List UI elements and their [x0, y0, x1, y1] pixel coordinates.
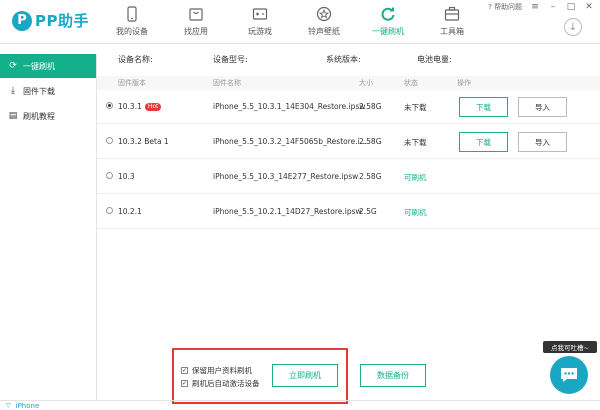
nav-toolbox[interactable]: 工具箱	[420, 0, 484, 44]
sidebar: ⟳ 一键刷机 ⤓ 固件下载 ▤ 刷机教程	[0, 54, 97, 400]
nav-label: 找应用	[184, 27, 208, 36]
device-info: 设备名称: 设备型号: 系统版本: 电池电量:	[97, 54, 600, 70]
sidebar-item-label: 刷机教程	[23, 111, 55, 121]
row-radio[interactable]	[106, 137, 113, 144]
version-text: 10.3.1	[118, 102, 142, 111]
row-status: 可刷机	[404, 208, 427, 217]
import-button[interactable]: 导入	[518, 132, 567, 152]
download-manager-icon[interactable]: ↓	[564, 18, 582, 36]
col-actions: 操作	[457, 79, 471, 87]
nav-label: 玩游戏	[248, 27, 272, 36]
sidebar-item-label: 一键刷机	[23, 61, 55, 71]
row-firmware-name: iPhone_5.5_10.3.1_14E304_Restore.ipsw	[213, 102, 366, 111]
top-bar: P PP助手 我的设备 找应用 玩游戏 铃声壁纸 一键刷机 工具箱 ? 帮助问题…	[0, 0, 600, 44]
main-nav: 我的设备 找应用 玩游戏 铃声壁纸 一键刷机 工具箱	[100, 0, 484, 44]
bag-icon	[189, 8, 203, 21]
row-size: 2.5G	[359, 207, 377, 216]
row-size: 2.58G	[359, 172, 382, 181]
download-button[interactable]: 下载	[459, 97, 508, 117]
sidebar-item-one-click-flash[interactable]: ⟳ 一键刷机	[0, 54, 96, 78]
close-icon[interactable]: ✕	[584, 2, 594, 12]
auto-activate-checkbox[interactable]: ✓ 刷机后自动激活设备	[181, 378, 260, 389]
row-firmware-name: iPhone_5.5_10.3_14E277_Restore.ipsw	[213, 172, 359, 181]
row-size: 2.58G	[359, 102, 382, 111]
col-name: 固件名称	[213, 79, 241, 87]
logo-mark: P	[12, 10, 32, 31]
question-icon: ?	[488, 3, 492, 11]
sidebar-item-flash-tutorial[interactable]: ▤ 刷机教程	[0, 104, 96, 128]
row-version: 10.3.2 Beta 1	[118, 137, 169, 146]
help-link[interactable]: ? 帮助问题	[488, 2, 522, 12]
help-label: 帮助问题	[494, 3, 522, 11]
nav-one-click-flash[interactable]: 一键刷机	[356, 0, 420, 44]
row-status: 未下载	[404, 103, 427, 112]
status-bar: ▽ iPhone	[0, 400, 600, 410]
connected-device-label[interactable]: iPhone	[16, 402, 40, 410]
main-panel: 设备名称: 设备型号: 系统版本: 电池电量: 固件版本 固件名称 大小 状态 …	[97, 44, 600, 400]
checkbox-checked-icon: ✓	[181, 367, 188, 374]
row-radio[interactable]	[106, 172, 113, 179]
phone-icon	[127, 6, 137, 22]
nav-label: 一键刷机	[372, 27, 404, 36]
checkbox-label: 保留用户资料刷机	[192, 366, 252, 375]
row-status: 可刷机	[404, 173, 427, 182]
menu-icon[interactable]: ≡	[530, 2, 540, 12]
row-version: 10.2.1	[118, 207, 142, 216]
triangle-down-icon[interactable]: ▽	[6, 402, 11, 409]
logo-text: PP助手	[35, 12, 89, 30]
feedback-tooltip: 点我可吐槽~	[543, 341, 597, 353]
star-icon	[316, 6, 332, 22]
data-backup-button[interactable]: 数据备份	[360, 364, 426, 387]
maximize-icon[interactable]: □	[566, 2, 576, 12]
col-version: 固件版本	[118, 79, 146, 87]
table-row[interactable]: 10.3.2 Beta 1 iPhone_5.5_10.3.2_14F5065b…	[97, 125, 600, 159]
checkbox-checked-icon: ✓	[181, 380, 188, 387]
table-row[interactable]: 10.2.1 iPhone_5.5_10.2.1_14D27_Restore.i…	[97, 195, 600, 229]
checkbox-label: 刷机后自动激活设备	[192, 379, 260, 388]
sidebar-item-label: 固件下载	[23, 86, 55, 96]
row-radio[interactable]	[106, 207, 113, 214]
hot-badge: Hot	[144, 103, 162, 111]
col-size: 大小	[359, 79, 373, 87]
app-logo: P PP助手	[12, 10, 89, 31]
row-version: 10.3	[118, 172, 135, 181]
keep-data-checkbox[interactable]: ✓ 保留用户资料刷机	[181, 365, 252, 376]
nav-play-games[interactable]: 玩游戏	[228, 0, 292, 44]
row-size: 2.58G	[359, 137, 382, 146]
download-icon: ⤓	[11, 86, 15, 96]
table-header: 固件版本 固件名称 大小 状态 操作	[97, 76, 600, 90]
minimize-icon[interactable]: –	[548, 2, 558, 12]
refresh-icon: ⟳	[9, 61, 17, 71]
feedback-chat-button[interactable]	[550, 356, 588, 394]
chat-icon	[561, 368, 577, 382]
row-firmware-name: iPhone_5.5_10.3.2_14F5065b_Restore.i...	[213, 137, 367, 146]
row-firmware-name: iPhone_5.5_10.2.1_14D27_Restore.ipsw	[213, 207, 362, 216]
nav-label: 工具箱	[440, 27, 464, 36]
toolbox-icon	[444, 6, 460, 21]
nav-my-device[interactable]: 我的设备	[100, 0, 164, 44]
sidebar-item-firmware-download[interactable]: ⤓ 固件下载	[0, 79, 96, 103]
battery-label: 电池电量:	[417, 55, 452, 64]
document-icon: ▤	[8, 111, 18, 121]
gamepad-icon	[252, 8, 268, 20]
col-status: 状态	[404, 79, 418, 87]
table-row[interactable]: 10.3 iPhone_5.5_10.3_14E277_Restore.ipsw…	[97, 160, 600, 194]
window-controls: ? 帮助问题 ≡ – □ ✕	[488, 2, 594, 12]
device-name-label: 设备名称:	[118, 55, 153, 64]
refresh-icon	[381, 7, 395, 21]
table-row[interactable]: 10.3.1 Hot iPhone_5.5_10.3.1_14E304_Resto…	[97, 90, 600, 124]
nav-find-app[interactable]: 找应用	[164, 0, 228, 44]
download-button[interactable]: 下载	[459, 132, 508, 152]
system-version-label: 系统版本:	[326, 55, 361, 64]
nav-label: 铃声壁纸	[308, 27, 340, 36]
import-button[interactable]: 导入	[518, 97, 567, 117]
row-radio[interactable]	[106, 102, 113, 109]
device-model-label: 设备型号:	[213, 55, 248, 64]
row-status: 未下载	[404, 138, 427, 147]
row-version: 10.3.1 Hot	[118, 102, 162, 111]
flash-now-button[interactable]: 立即刷机	[272, 364, 338, 387]
nav-label: 我的设备	[116, 27, 148, 36]
nav-ringtones[interactable]: 铃声壁纸	[292, 0, 356, 44]
